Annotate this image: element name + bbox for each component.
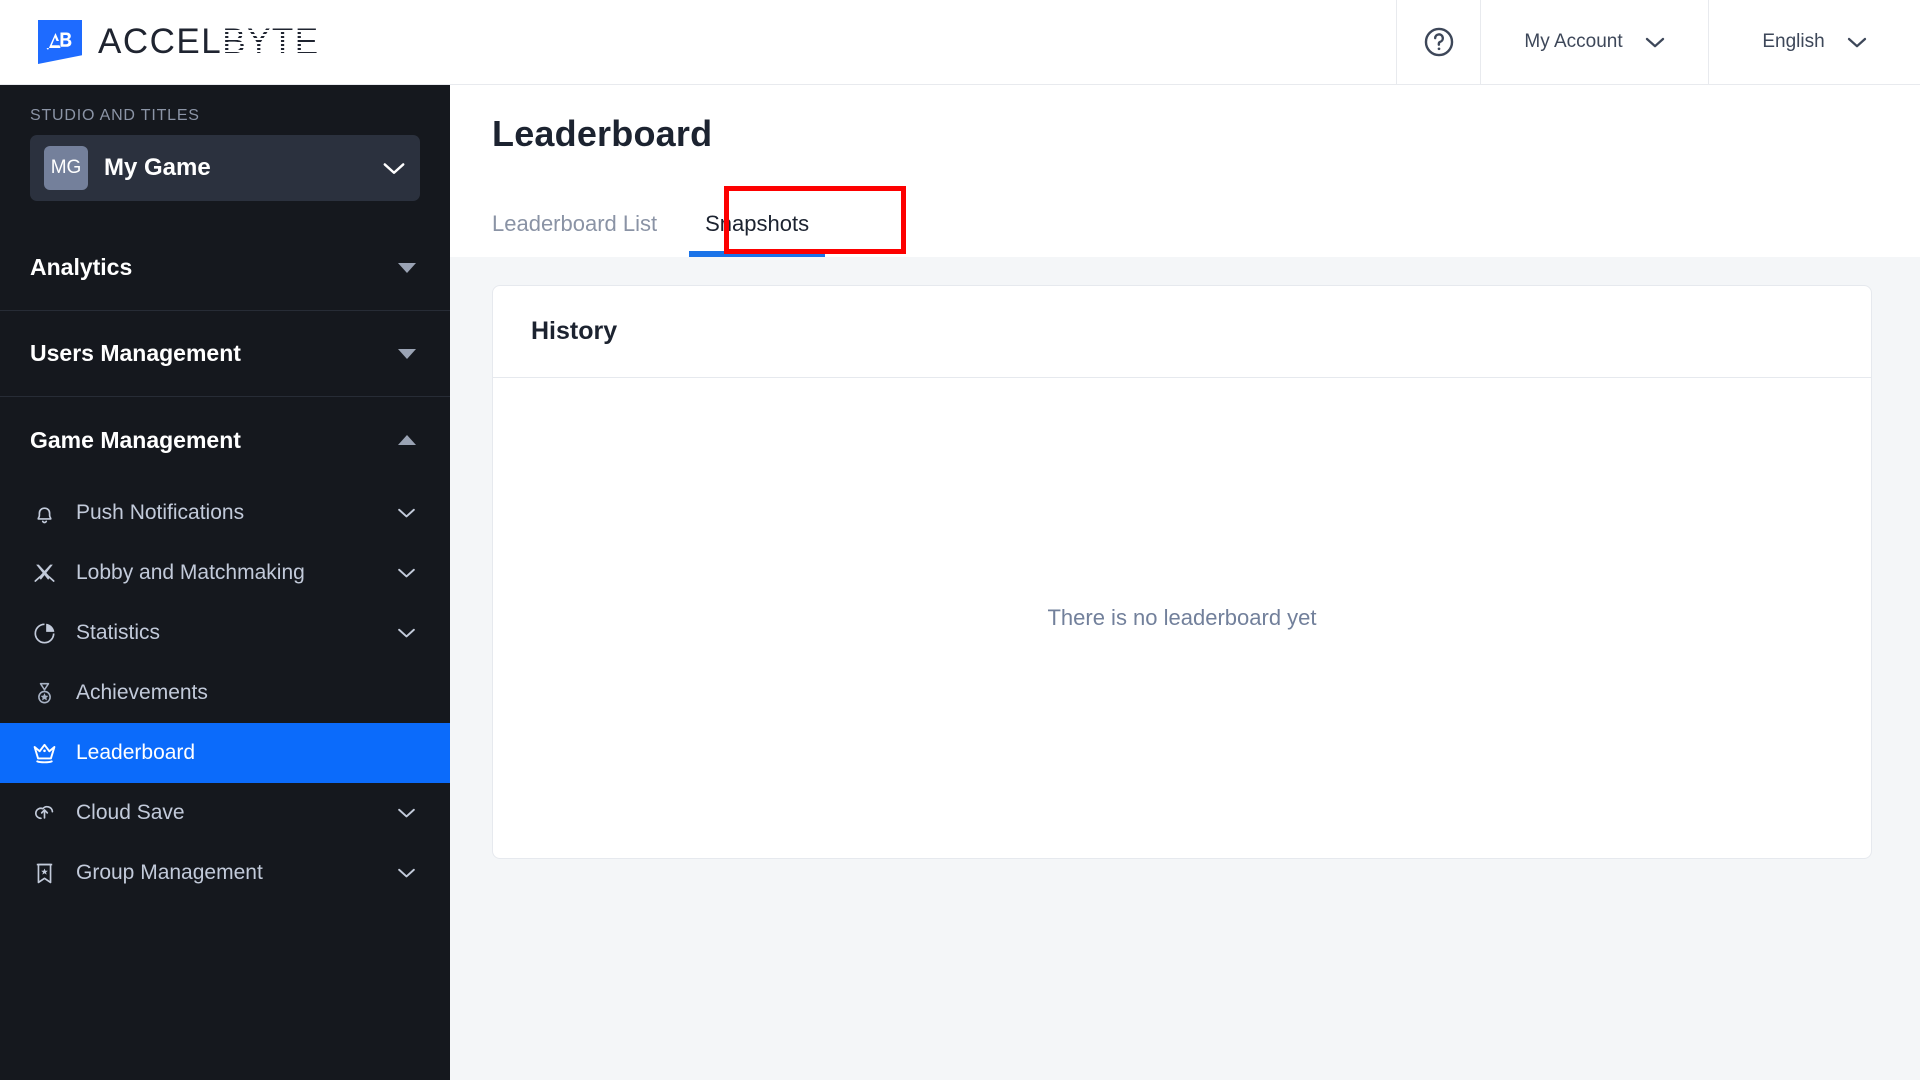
tab-snapshots[interactable]: Snapshots [681,211,833,257]
history-title: History [531,317,618,345]
sidebar-item-group-management[interactable]: Group Management [0,843,450,903]
empty-state-message: There is no leaderboard yet [1047,605,1317,630]
chevron-down-icon [1847,36,1867,49]
sidebar-item-label: Lobby and Matchmaking [76,561,305,584]
sidebar-item-label: Leaderboard [76,741,196,764]
tab-leaderboard-list[interactable]: Leaderboard List [492,211,681,257]
triangle-down-icon [398,348,416,359]
history-card-header: History [493,286,1871,378]
tab-bar: Leaderboard List Snapshots [492,189,1920,257]
history-card: History There is no leaderboard yet [492,285,1872,859]
cloud-upload-icon [30,799,58,827]
sidebar-item-statistics[interactable]: Statistics [0,603,450,663]
chevron-down-icon [397,807,416,819]
app-root: ACCEL BYTE My Account English STUDIO AND… [0,0,1920,1080]
sidebar-item-lobby-and-matchmaking[interactable]: Lobby and Matchmaking [0,543,450,603]
triangle-down-icon [398,262,416,273]
page-header: Leaderboard Leaderboard List Snapshots [450,85,1920,257]
banner-star-icon [30,859,58,887]
game-name-label: My Game [104,154,211,181]
language-label: English [1762,31,1825,52]
sidebar-section-title: Game Management [30,426,241,453]
sidebar-section-analytics[interactable]: Analytics [0,225,450,311]
sidebar-item-label: Achievements [76,681,208,704]
sidebar-item-cloud-save[interactable]: Cloud Save [0,783,450,843]
game-selector[interactable]: MG My Game [30,135,420,201]
brand-wordmark: ACCEL BYTE [98,22,321,62]
sidebar-item-achievements[interactable]: Achievements [0,663,450,723]
language-menu[interactable]: English [1708,0,1920,84]
crossed-swords-icon [30,559,58,587]
bell-icon [30,499,58,527]
sidebar-item-label: Group Management [76,861,263,884]
accelbyte-logo-icon [38,20,82,64]
chevron-down-icon [382,161,406,176]
triangle-up-icon [398,435,416,445]
chevron-down-icon [397,507,416,519]
my-account-menu[interactable]: My Account [1480,0,1708,84]
sidebar-section-title: Analytics [30,254,133,280]
sidebar-section-game-management[interactable]: Game Management [0,397,450,483]
brand-logo[interactable]: ACCEL BYTE [0,0,321,84]
studio-and-titles-label: STUDIO AND TITLES [30,107,200,124]
help-circle-icon [1422,25,1456,59]
brand-word-accel: ACCEL [98,22,223,61]
chevron-down-icon [1645,36,1665,49]
chevron-down-icon [397,867,416,879]
history-card-body: There is no leaderboard yet [493,378,1871,858]
game-avatar: MG [44,146,88,190]
sidebar: STUDIO AND TITLES MG My Game Analytics U… [0,85,450,1080]
sidebar-item-push-notifications[interactable]: Push Notifications [0,483,450,543]
sidebar-item-label: Statistics [76,621,161,644]
sidebar-section-title: Users Management [30,340,241,366]
sidebar-item-leaderboard[interactable]: Leaderboard [0,723,450,783]
pie-chart-icon [30,619,58,647]
crown-icon [30,739,58,767]
help-button[interactable] [1396,0,1480,84]
body-row: STUDIO AND TITLES MG My Game Analytics U… [0,85,1920,1080]
content-area: History There is no leaderboard yet [450,257,1920,1080]
chevron-down-icon [397,567,416,579]
page-title: Leaderboard [492,113,713,154]
brand-word-byte: BYTE [222,22,321,62]
chevron-down-icon [397,627,416,639]
sidebar-item-label: Push Notifications [76,501,245,524]
my-account-label: My Account [1524,31,1623,52]
sidebar-section-users-management[interactable]: Users Management [0,311,450,397]
sidebar-item-label: Cloud Save [76,801,185,824]
top-header: ACCEL BYTE My Account English [0,0,1920,85]
header-spacer [320,0,1396,84]
main-content: Leaderboard Leaderboard List Snapshots H… [450,85,1920,1080]
medal-icon [30,679,58,707]
